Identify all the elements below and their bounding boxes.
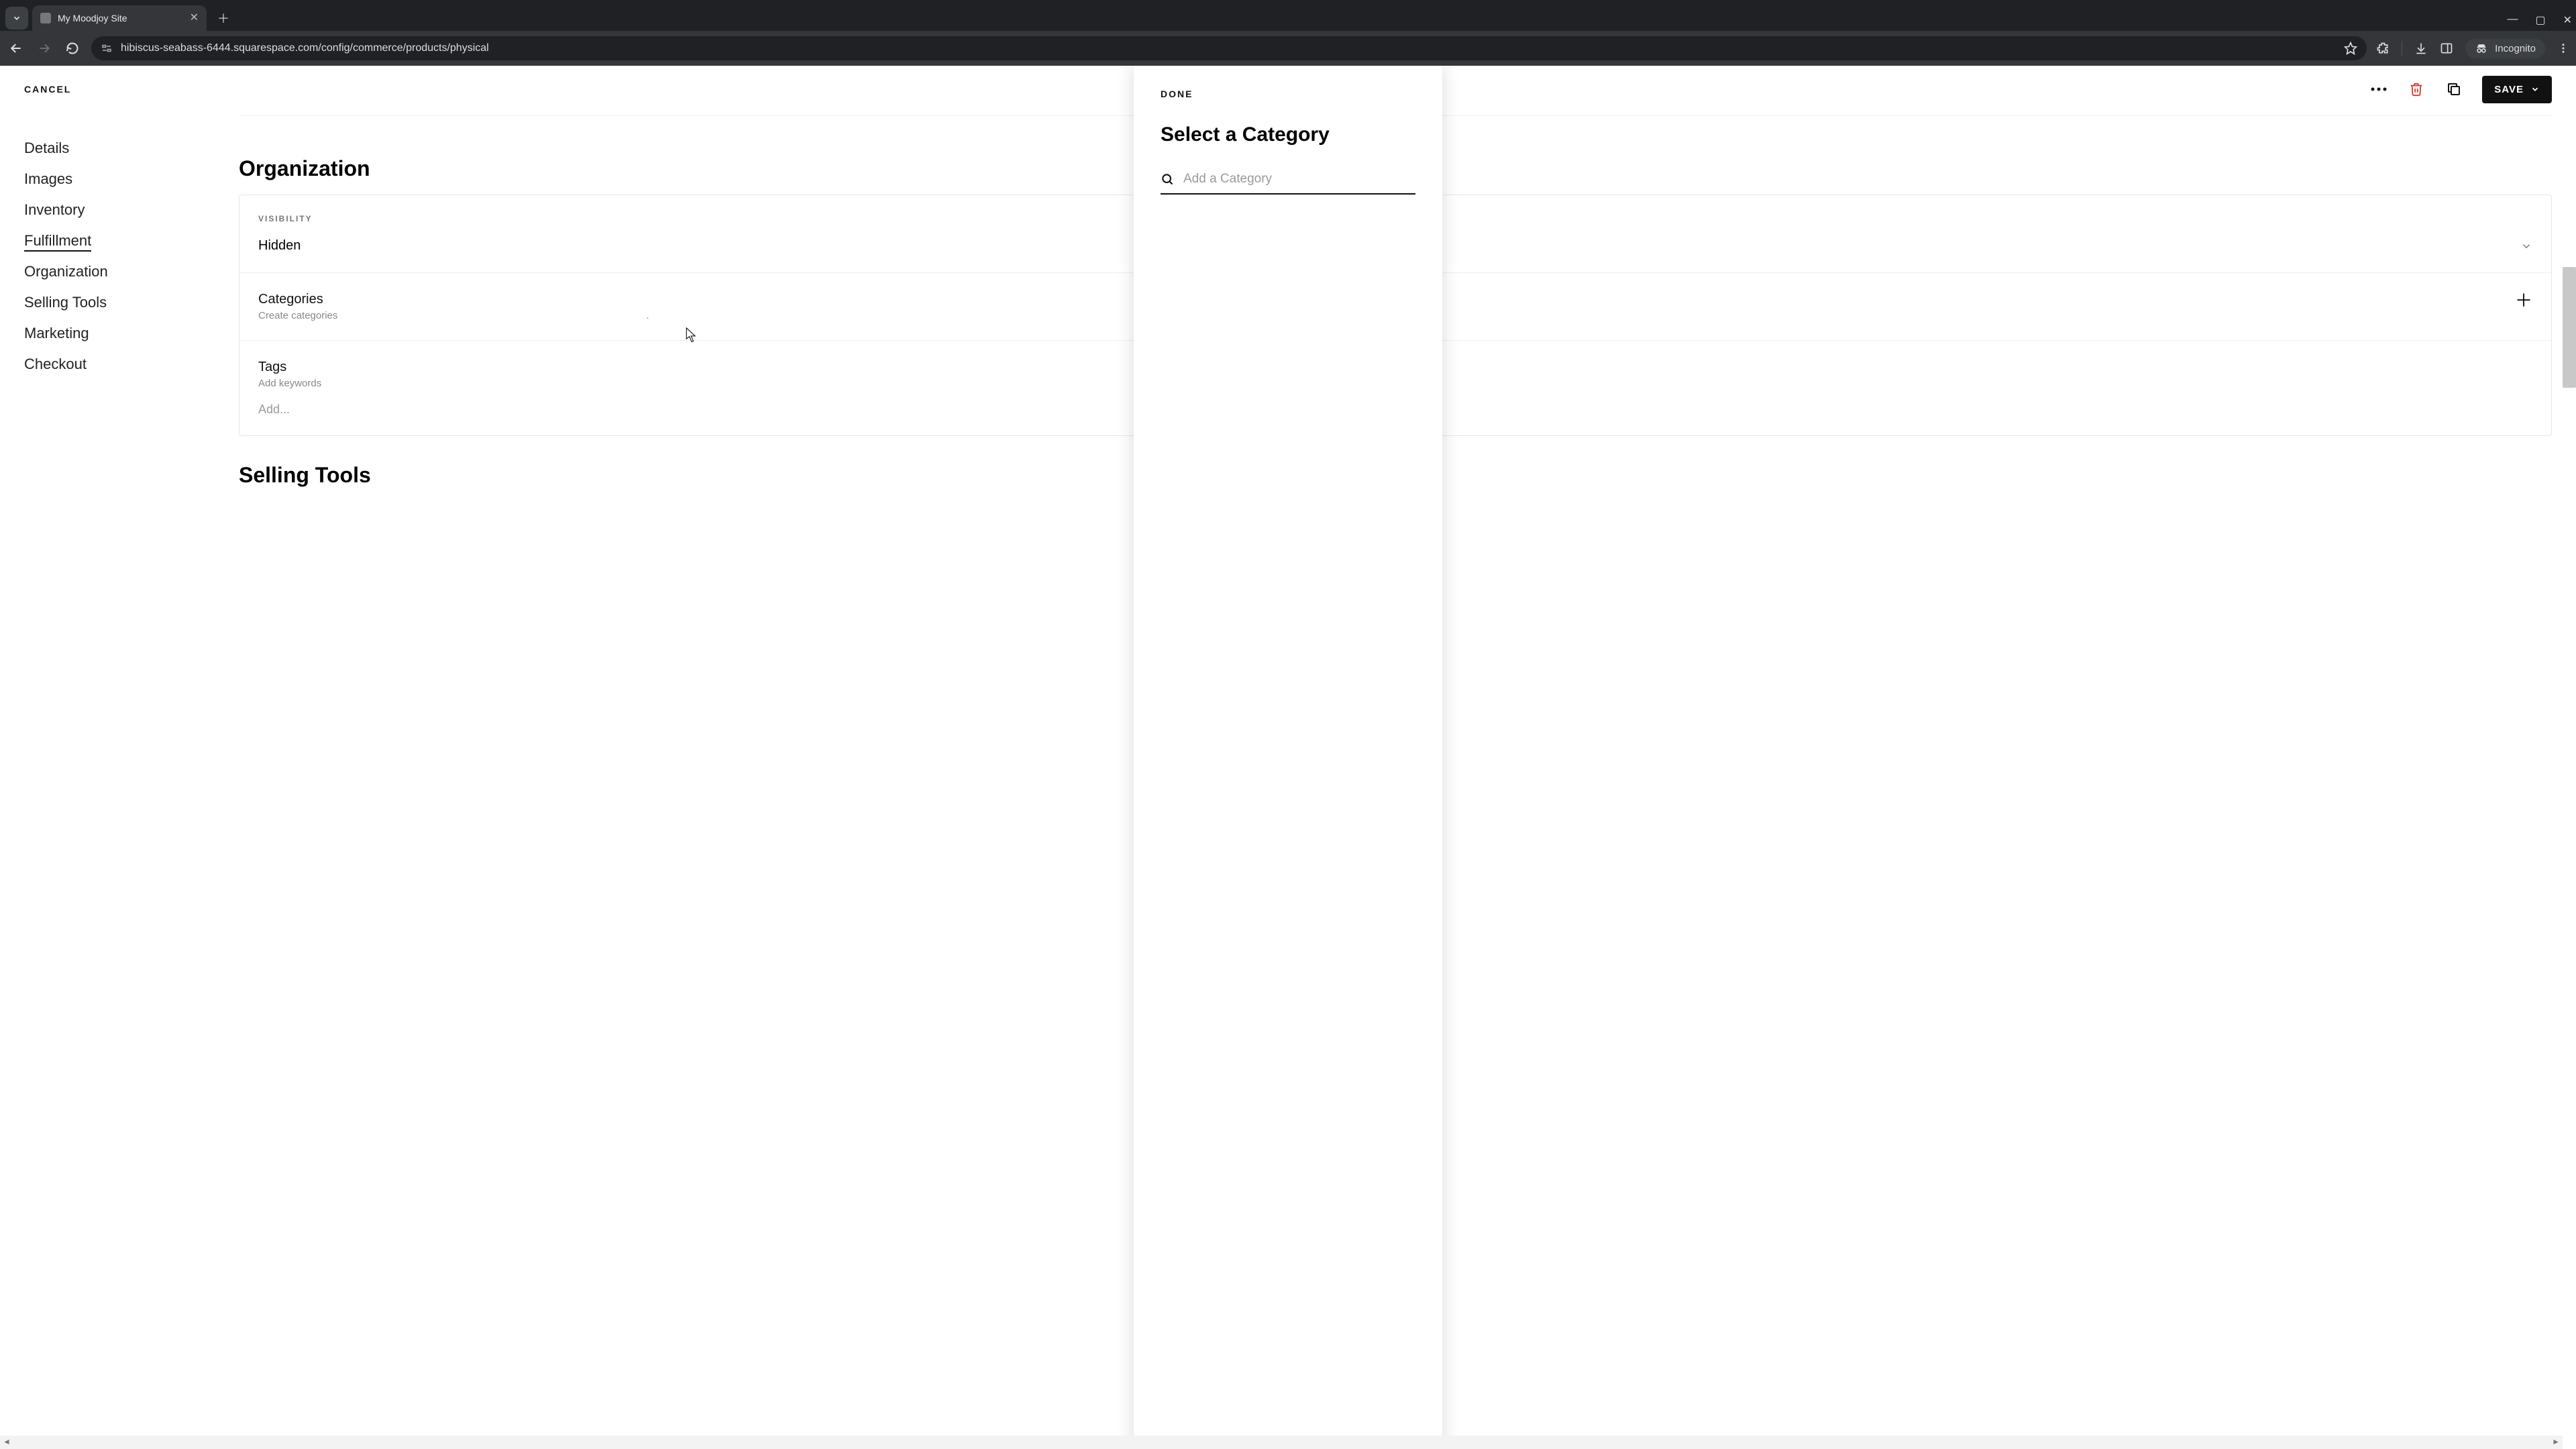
panel-icon — [2440, 42, 2453, 55]
close-tab-button[interactable]: ✕ — [190, 13, 199, 23]
reload-button[interactable] — [63, 39, 82, 58]
delete-button[interactable] — [2407, 80, 2426, 99]
search-icon — [1161, 172, 1174, 186]
incognito-icon — [2475, 43, 2488, 54]
site-settings-icon[interactable] — [101, 42, 113, 54]
sidebar-item-fulfillment[interactable]: Fulfillment — [24, 225, 239, 256]
product-sidebar: Details Images Inventory Fulfillment Org… — [24, 113, 239, 1449]
downloads-button[interactable] — [2414, 42, 2428, 55]
categories-sub-tail: . — [646, 310, 649, 321]
add-category-button[interactable]: ＋ — [2515, 292, 2532, 309]
toolbar-right-actions: Incognito — [2376, 39, 2569, 58]
kebab-icon — [2557, 42, 2569, 54]
sidebar-item-marketing[interactable]: Marketing — [24, 318, 239, 349]
download-icon — [2414, 42, 2428, 55]
browser-tab[interactable]: My Moodjoy Site ✕ — [32, 5, 207, 31]
copy-icon — [2446, 81, 2462, 97]
sidebar-item-checkout[interactable]: Checkout — [24, 349, 239, 380]
category-search-input[interactable] — [1183, 172, 1415, 186]
arrow-left-icon — [9, 42, 23, 55]
back-button[interactable] — [7, 39, 25, 58]
tab-title: My Moodjoy Site — [58, 13, 127, 23]
sidebar-item-label: Details — [24, 140, 69, 156]
vertical-scrollbar-thumb[interactable] — [2563, 267, 2576, 388]
sidebar-item-label: Marketing — [24, 325, 89, 341]
scroll-right-arrow[interactable]: ► — [2552, 1437, 2560, 1446]
close-window-button[interactable]: ✕ — [2563, 13, 2572, 27]
more-options-button[interactable] — [2369, 80, 2388, 99]
tab-search-button[interactable] — [5, 7, 28, 30]
browser-toolbar: hibiscus-seabass-6444.squarespace.com/co… — [0, 31, 2576, 66]
panel-title: Select a Category — [1161, 123, 1415, 146]
sidebar-item-selling-tools[interactable]: Selling Tools — [24, 287, 239, 318]
star-icon — [2344, 42, 2357, 55]
sidebar-item-label: Images — [24, 170, 72, 187]
save-button[interactable]: SAVE — [2482, 76, 2552, 103]
select-category-panel: DONE Select a Category — [1134, 66, 1442, 1449]
chevron-down-icon — [2520, 240, 2532, 252]
categories-title: Categories — [258, 292, 649, 307]
extensions-button[interactable] — [2376, 42, 2390, 55]
incognito-label: Incognito — [2495, 43, 2536, 54]
horizontal-scrollbar[interactable]: ◄ ► — [0, 1436, 2563, 1449]
tab-strip: My Moodjoy Site ✕ ＋ — ▢ ✕ — [0, 0, 2576, 31]
new-tab-button[interactable]: ＋ — [213, 8, 233, 28]
app-viewport: CANCEL SAVE Details Images Inventory Ful… — [0, 66, 2576, 1449]
url-text: hibiscus-seabass-6444.squarespace.com/co… — [121, 42, 489, 54]
sidebar-item-inventory[interactable]: Inventory — [24, 195, 239, 225]
tags-title: Tags — [258, 360, 321, 375]
panel-done-button[interactable]: DONE — [1161, 89, 1415, 99]
chevron-down-icon — [2530, 85, 2540, 94]
bookmark-button[interactable] — [2344, 42, 2357, 55]
sidebar-item-label: Organization — [24, 263, 108, 280]
categories-sub: Create categories — [258, 310, 337, 321]
trash-icon — [2409, 81, 2424, 97]
url-bar[interactable]: hibiscus-seabass-6444.squarespace.com/co… — [91, 36, 2367, 60]
incognito-indicator[interactable]: Incognito — [2465, 39, 2545, 58]
scroll-left-arrow[interactable]: ◄ — [3, 1437, 11, 1446]
sidebar-item-label: Inventory — [24, 201, 85, 218]
arrow-right-icon — [38, 42, 51, 55]
maximize-button[interactable]: ▢ — [2535, 13, 2545, 27]
chevron-down-icon — [12, 13, 21, 23]
sidebar-item-organization[interactable]: Organization — [24, 256, 239, 287]
window-controls: — ▢ ✕ — [2507, 13, 2572, 27]
browser-menu-button[interactable] — [2557, 42, 2569, 54]
puzzle-icon — [2376, 42, 2390, 55]
sidebar-item-details[interactable]: Details — [24, 133, 239, 164]
cancel-button[interactable]: CANCEL — [24, 84, 71, 95]
save-label: SAVE — [2494, 84, 2524, 95]
favicon-icon — [40, 13, 51, 23]
tags-sub: Add keywords — [258, 378, 321, 389]
header-actions: SAVE — [2369, 76, 2552, 103]
sidebar-item-label: Checkout — [24, 356, 87, 372]
sidebar-item-label: Selling Tools — [24, 294, 107, 311]
category-search-row — [1161, 165, 1415, 195]
visibility-value: Hidden — [258, 238, 301, 254]
sidebar-item-images[interactable]: Images — [24, 164, 239, 195]
minimize-button[interactable]: — — [2507, 13, 2518, 27]
duplicate-button[interactable] — [2445, 80, 2463, 99]
reader-button[interactable] — [2440, 42, 2453, 55]
forward-button[interactable] — [35, 39, 54, 58]
ellipsis-icon — [2370, 87, 2387, 92]
sidebar-item-label: Fulfillment — [24, 232, 91, 252]
browser-chrome: My Moodjoy Site ✕ ＋ — ▢ ✕ hibiscus-seaba… — [0, 0, 2576, 66]
reload-icon — [66, 42, 79, 55]
